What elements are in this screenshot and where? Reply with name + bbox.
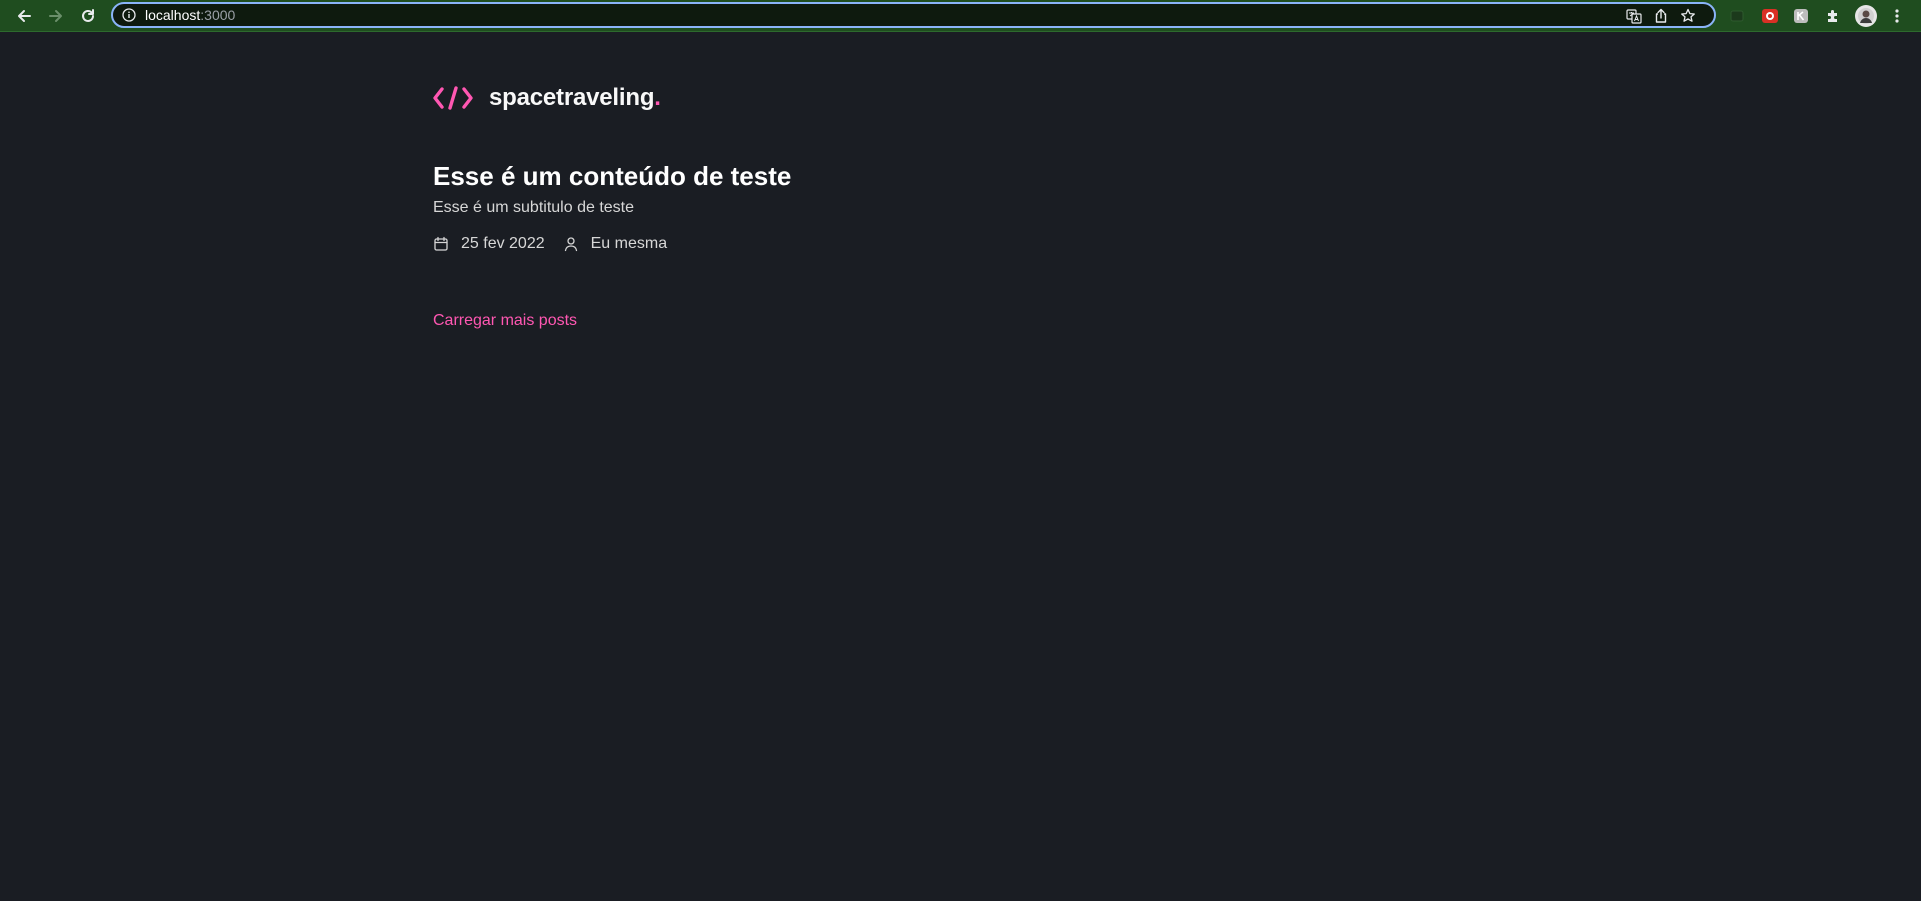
extension-1-icon [1730,10,1744,22]
post-author: Eu mesma [563,235,667,253]
post-subtitle: Esse é um subtitulo de teste [433,199,634,216]
arrow-right-icon [49,10,62,22]
user-icon [564,237,577,252]
page-viewport: spacetraveling. Esse é um conteúdo de te… [3,33,1921,901]
bookmark-button[interactable] [1679,7,1697,25]
extensions-button[interactable] [1823,6,1843,26]
load-more-button[interactable]: Carregar mais posts [433,311,577,331]
reload-button[interactable] [76,4,100,28]
logo-text: spacetraveling [489,84,655,111]
post-meta: 25 fev 2022 Eu mesma [433,233,1153,255]
profile-avatar[interactable] [1855,5,1877,27]
translate-button[interactable] [1625,7,1643,25]
arrow-left-icon [18,10,31,22]
info-icon[interactable] [122,8,136,22]
back-button[interactable] [12,4,36,28]
browser-menu-button[interactable] [1887,6,1907,26]
star-icon [1681,8,1695,22]
url-host: localhost [145,7,201,23]
browser-window: localhost:3000 spacetraveling . Esse é u… [0,0,1921,901]
url-text: localhost:3000 [145,7,235,24]
post-author-text: Eu mesma [590,235,668,252]
calendar-icon [434,236,448,251]
address-bar[interactable]: localhost:3000 [111,2,1716,28]
post-title[interactable]: Esse é um conteúdo de teste [433,160,1153,192]
code-brackets-icon [433,86,473,110]
extension-3-icon [1794,9,1808,23]
extension-1-button[interactable] [1727,6,1747,26]
reload-icon [82,9,94,22]
translate-icon [1626,9,1642,24]
share-icon [1655,8,1667,23]
puzzle-icon [1828,10,1837,22]
post-date-text: 25 fev 2022 [461,235,545,252]
share-button[interactable] [1652,7,1670,25]
kebab-menu-icon [1895,9,1899,23]
url-port: :3000 [200,7,236,23]
extension-3-button[interactable] [1791,6,1811,26]
extension-2-button[interactable] [1760,6,1780,26]
browser-toolbar: localhost:3000 [0,0,1921,32]
forward-button[interactable] [44,4,68,28]
post-item[interactable]: Esse é um conteúdo de teste Esse é um su… [433,160,1153,255]
post-date: 25 fev 2022 [433,235,545,253]
logo-dot: . [654,84,661,111]
avatar [1858,8,1874,24]
extension-2-icon [1762,9,1778,23]
site-logo[interactable]: spacetraveling. [433,83,661,113]
